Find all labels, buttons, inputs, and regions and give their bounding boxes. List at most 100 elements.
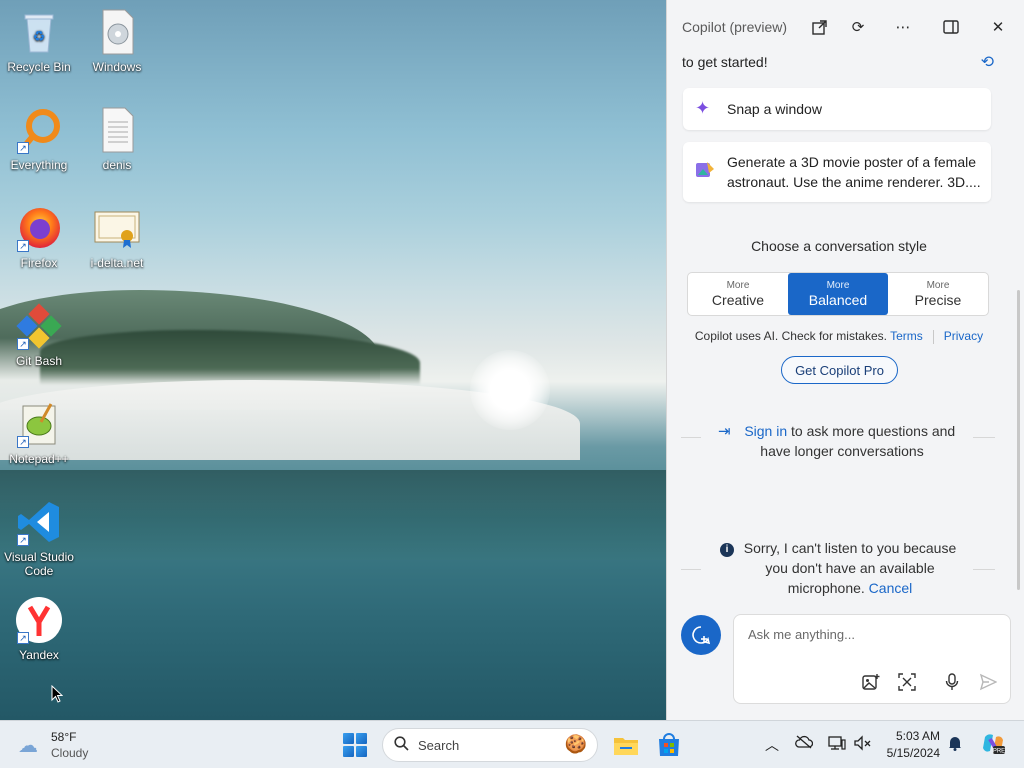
send-icon[interactable] xyxy=(977,671,999,693)
suggestion-text: Snap a window xyxy=(727,101,822,117)
get-started-text: to get started! xyxy=(682,54,768,70)
taskbar-search[interactable]: Search 🍪 xyxy=(382,728,598,762)
microphone-error-text: Sorry, I can't listen to you because you… xyxy=(743,540,957,596)
desktop-icon-label: Notepad++ xyxy=(9,452,69,466)
image-create-icon xyxy=(695,160,715,185)
privacy-link[interactable]: Privacy xyxy=(944,329,983,343)
desktop-icon-label: Git Bash xyxy=(15,354,63,368)
style-small-label: More xyxy=(726,279,750,291)
divider xyxy=(973,569,995,570)
style-precise[interactable]: More Precise xyxy=(888,273,988,315)
style-large-label: Precise xyxy=(914,291,962,308)
sparkle-icon: ✦ xyxy=(695,98,711,118)
wallpaper-sun xyxy=(470,350,550,430)
desktop: ♻ Recycle Bin Windows ↗ Everything denis… xyxy=(0,0,666,720)
microsoft-store-icon[interactable] xyxy=(655,731,683,759)
screenshot-icon[interactable] xyxy=(896,671,918,693)
onedrive-off-icon[interactable] xyxy=(795,735,814,752)
search-label: Search xyxy=(418,738,460,753)
svg-text:♻: ♻ xyxy=(33,28,46,44)
suggestion-3d-poster[interactable]: Generate a 3D movie poster of a female a… xyxy=(683,142,991,202)
weather-temperature[interactable]: 58°F xyxy=(51,730,76,744)
desktop-icon-label: Yandex xyxy=(19,648,59,662)
clock-time[interactable]: 5:03 AM xyxy=(896,729,940,743)
clock-date[interactable]: 5/15/2024 xyxy=(887,746,940,760)
ai-disclaimer: Copilot uses AI. Check for mistakes. Ter… xyxy=(667,329,1011,344)
desktop-icon-firefox[interactable]: ↗ Firefox xyxy=(0,204,78,270)
disc-file-icon xyxy=(93,8,141,56)
desktop-icon-label: Visual Studio Code xyxy=(4,550,74,578)
shortcut-arrow-icon: ↗ xyxy=(17,632,29,644)
desktop-icon-label: Windows xyxy=(92,60,142,74)
vscode-icon: ↗ xyxy=(15,498,63,546)
chat-input[interactable] xyxy=(748,627,988,642)
microphone-error-message: Sorry, I can't listen to you because you… xyxy=(743,538,957,598)
disclaimer-text: Copilot uses AI. Check for mistakes. xyxy=(694,329,887,343)
close-icon[interactable]: ✕ xyxy=(985,14,1011,40)
suggestion-text: Generate a 3D movie poster of a female a… xyxy=(727,154,981,190)
svg-text:PRE: PRE xyxy=(993,749,1005,755)
notepadpp-icon: ↗ xyxy=(15,400,63,448)
taskbar: ☁ 58°F Cloudy Search 🍪 ︿ 5:03 AM 5/15/20… xyxy=(0,720,1024,768)
refresh-suggestions-icon[interactable]: ⟲ xyxy=(981,52,994,72)
desktop-icon-i-delta[interactable]: i-delta.net xyxy=(78,204,156,270)
style-small-label: More xyxy=(926,279,950,291)
microphone-icon[interactable] xyxy=(941,671,963,693)
cancel-link[interactable]: Cancel xyxy=(869,580,913,596)
suggestion-snap-window[interactable]: ✦ Snap a window xyxy=(683,88,991,130)
style-balanced[interactable]: More Balanced xyxy=(788,273,888,315)
git-bash-icon: ↗ xyxy=(15,302,63,350)
scrollbar[interactable] xyxy=(1017,290,1020,590)
divider xyxy=(681,437,701,438)
style-large-label: Balanced xyxy=(808,291,868,308)
notification-bell-icon[interactable] xyxy=(948,735,962,754)
sign-in-rest-text: to ask more questions and have longer co… xyxy=(760,423,956,459)
dock-panel-icon[interactable] xyxy=(938,14,964,40)
weather-condition[interactable]: Cloudy xyxy=(51,746,88,760)
get-copilot-pro-button[interactable]: Get Copilot Pro xyxy=(781,356,898,384)
desktop-icon-everything[interactable]: ↗ Everything xyxy=(0,106,78,172)
copilot-panel: Copilot (preview) ⟳ ⋯ ✕ to get started! … xyxy=(666,0,1024,720)
info-icon: i xyxy=(720,543,734,557)
sign-in-message: Sign in to ask more questions and have l… xyxy=(717,421,967,461)
sign-in-link[interactable]: Sign in xyxy=(744,423,787,439)
conversation-style-selector: More Creative More Balanced More Precise xyxy=(687,272,989,316)
volume-muted-icon[interactable] xyxy=(854,735,872,754)
recycle-bin-icon: ♻ xyxy=(15,8,63,56)
new-topic-button[interactable] xyxy=(681,615,721,655)
copilot-taskbar-icon[interactable]: PRE xyxy=(980,731,1006,760)
desktop-icon-windows[interactable]: Windows xyxy=(78,8,156,74)
search-icon xyxy=(394,736,409,755)
shortcut-arrow-icon: ↗ xyxy=(17,142,29,154)
shortcut-arrow-icon: ↗ xyxy=(17,436,29,448)
cloudy-weather-icon[interactable]: ☁ xyxy=(18,733,38,758)
desktop-icon-vscode[interactable]: ↗ Visual Studio Code xyxy=(0,498,78,578)
desktop-icon-recycle-bin[interactable]: ♻ Recycle Bin xyxy=(0,8,78,74)
open-in-new-icon[interactable] xyxy=(806,14,832,40)
more-options-icon[interactable]: ⋯ xyxy=(890,14,916,40)
desktop-icon-git-bash[interactable]: ↗ Git Bash xyxy=(0,302,78,368)
style-small-label: More xyxy=(826,279,850,291)
divider xyxy=(973,437,995,438)
network-icon[interactable] xyxy=(828,735,846,754)
terms-link[interactable]: Terms xyxy=(890,329,923,343)
windows-logo-icon xyxy=(343,733,354,744)
desktop-icon-notepadpp[interactable]: ↗ Notepad++ xyxy=(0,400,78,466)
file-explorer-icon[interactable] xyxy=(612,731,640,759)
refresh-icon[interactable]: ⟳ xyxy=(845,14,871,40)
shortcut-arrow-icon: ↗ xyxy=(17,338,29,350)
start-button[interactable] xyxy=(343,733,367,757)
divider xyxy=(681,569,701,570)
text-file-icon xyxy=(93,106,141,154)
desktop-icon-yandex[interactable]: ↗ Yandex xyxy=(0,596,78,662)
chevron-up-icon[interactable]: ︿ xyxy=(765,735,779,755)
style-large-label: Creative xyxy=(711,291,765,308)
certificate-icon xyxy=(93,204,141,252)
desktop-icon-label: Firefox xyxy=(20,256,58,270)
conversation-style-title: Choose a conversation style xyxy=(751,238,927,254)
add-image-icon[interactable] xyxy=(860,671,882,693)
desktop-icon-denis[interactable]: denis xyxy=(78,106,156,172)
style-creative[interactable]: More Creative xyxy=(688,273,788,315)
wallpaper-water xyxy=(0,470,666,560)
desktop-icon-label: Everything xyxy=(10,158,68,172)
